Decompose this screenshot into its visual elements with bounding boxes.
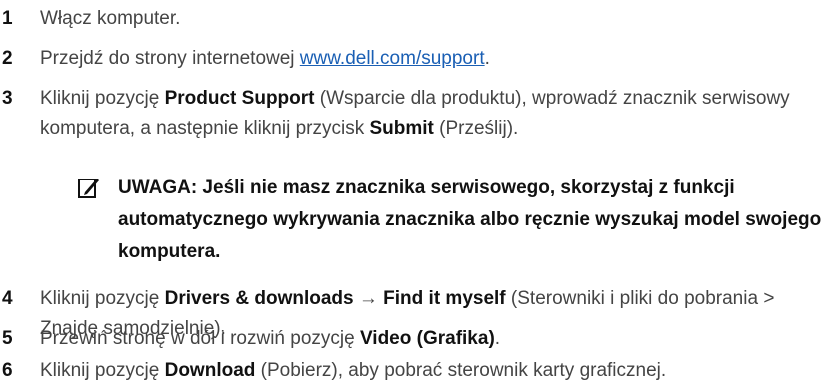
- step-text-segment: Przejdź do strony internetowej: [40, 48, 300, 69]
- step-number: 6: [2, 360, 13, 381]
- step-text-segment: .: [484, 48, 490, 69]
- ui-term-find-it-myself: Find it myself: [383, 288, 506, 309]
- ui-term-drivers-downloads: Drivers & downloads: [164, 288, 354, 309]
- step-text-segment: .: [494, 328, 501, 349]
- ui-term-submit: Submit: [369, 118, 434, 139]
- step-number: 3: [2, 88, 13, 109]
- ui-term-download: Download: [164, 360, 256, 381]
- note-callout: UWAGA: Jeśli nie masz znacznika serwisow…: [78, 172, 833, 268]
- ui-term-video: Video (Grafika): [359, 328, 495, 349]
- step-text-segment: Przewiń stronę w dół i rozwiń pozycję: [40, 328, 360, 349]
- step-text-segment: (Pobierz), aby pobrać sterownik karty gr…: [255, 360, 667, 381]
- step-text: Kliknij pozycję Product Support (Wsparci…: [40, 84, 833, 144]
- step-text: Przejdź do strony internetowej www.dell.…: [40, 44, 833, 74]
- step-text: Kliknij pozycję Download (Pobierz), aby …: [40, 356, 833, 386]
- step-number: 1: [2, 8, 13, 29]
- step-text-segment: Kliknij pozycję: [40, 88, 165, 109]
- step-text-segment: Kliknij pozycję: [40, 360, 165, 381]
- step-number: 2: [2, 48, 13, 69]
- note-text: UWAGA: Jeśli nie masz znacznika serwisow…: [118, 177, 822, 262]
- pencil-note-icon: [78, 176, 100, 198]
- step-text: Przewiń stronę w dół i rozwiń pozycję Vi…: [40, 324, 833, 354]
- step-number: 4: [2, 288, 13, 309]
- step-number: 5: [2, 328, 13, 349]
- step-text-segment: →: [353, 288, 384, 309]
- step-text: Włącz komputer.: [40, 4, 833, 34]
- step-text-segment: Kliknij pozycję: [40, 288, 165, 309]
- step-text-segment: Włącz komputer.: [40, 8, 181, 29]
- dell-support-link[interactable]: www.dell.com/support: [300, 48, 485, 69]
- ui-term-product-support: Product Support: [164, 88, 315, 109]
- step-text-segment: (Prześlij).: [433, 118, 519, 139]
